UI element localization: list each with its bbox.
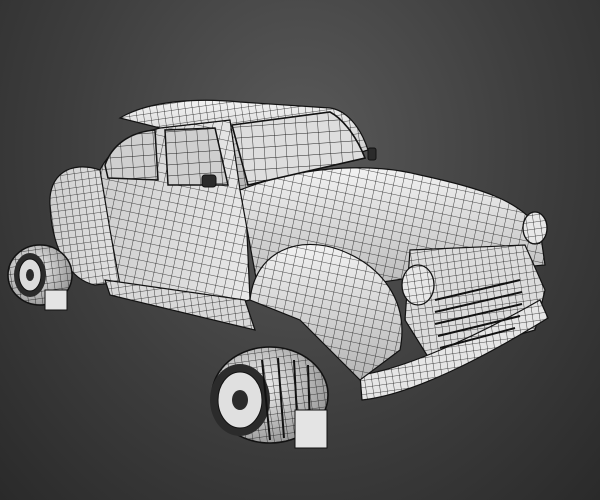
car-wireframe-render (7, 99, 549, 449)
front-wheel (210, 346, 329, 449)
rear-wheel (7, 244, 73, 311)
3d-viewport[interactable] (0, 0, 600, 500)
